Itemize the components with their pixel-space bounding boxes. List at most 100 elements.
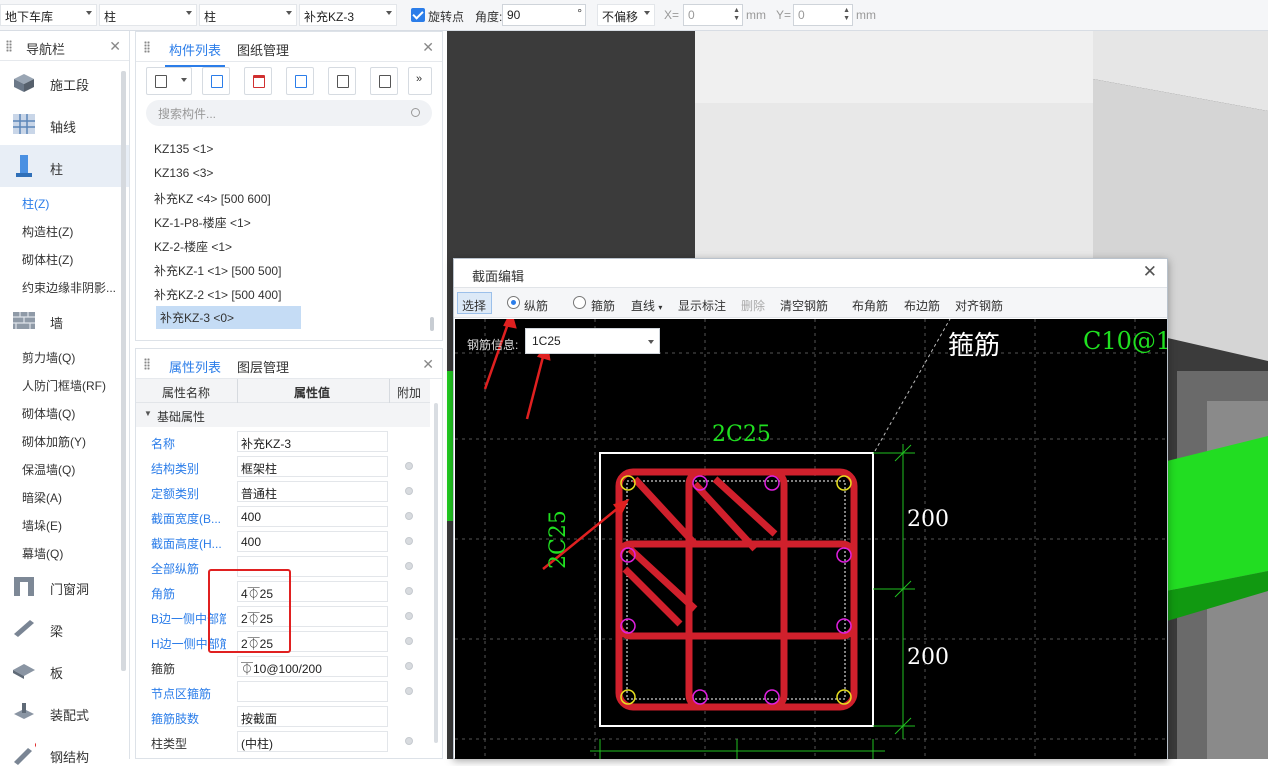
nav-sub-shear-wall[interactable]: 剪力墙(Q) [0, 341, 129, 369]
longitudinal-radio[interactable] [507, 296, 520, 309]
steel-structure-icon [14, 742, 36, 765]
x-input[interactable]: 0 ▲ ▼ [683, 4, 743, 26]
floor-select[interactable]: 地下车库 [0, 4, 97, 26]
attach-checkbox[interactable] [405, 562, 413, 570]
nav-sub-edge-member[interactable]: 约束边缘非阴影... [0, 271, 129, 299]
drag-grip-icon[interactable] [6, 40, 12, 52]
delete-button[interactable]: 删除 [741, 297, 765, 314]
category-select-value: 柱 [104, 10, 117, 24]
nav-sub-masonry-wall[interactable]: 砌体墙(Q) [0, 397, 129, 425]
nav-group-wall[interactable]: 墙 [0, 299, 129, 341]
nav-scrollbar[interactable] [121, 71, 126, 671]
prop-value-joint-stirrup[interactable] [237, 681, 388, 702]
more-button[interactable]: » [408, 67, 432, 95]
place-edge-rebar-button[interactable]: 布边筋 [904, 297, 940, 314]
list-item-selected[interactable]: 补充KZ-3 <0> [156, 306, 301, 329]
nav-sub-civil-defense-wall[interactable]: 人防门框墙(RF) [0, 369, 129, 397]
offset-select-value: 不偏移 [602, 10, 639, 24]
type-select[interactable]: 柱 [199, 4, 297, 26]
close-icon[interactable]: ✕ [422, 356, 434, 373]
nav-group-beam[interactable]: 梁 [0, 607, 129, 649]
nav-header: 导航栏 ✕ [0, 31, 129, 61]
close-icon[interactable]: ✕ [109, 38, 121, 55]
list-item[interactable]: KZ135 <1> [154, 142, 213, 156]
list-item[interactable]: KZ-2-楼座 <1> [154, 238, 232, 255]
show-annotation-button[interactable]: 显示标注 [678, 297, 726, 314]
new-component-button[interactable] [146, 67, 192, 95]
prop-value-structure-type[interactable]: 框架柱 [237, 456, 388, 477]
nav-group-column[interactable]: 柱 [0, 145, 129, 187]
attach-checkbox[interactable] [405, 512, 413, 520]
attach-checkbox[interactable] [405, 662, 413, 670]
attach-checkbox[interactable] [405, 637, 413, 645]
tab-layer-management[interactable]: 图层管理 [237, 357, 289, 376]
middle-panels: 构件列表 图纸管理 ✕ » 搜索构件... KZ135 <1> KZ136 <3… [135, 31, 443, 759]
attach-checkbox[interactable] [405, 487, 413, 495]
delete-button[interactable] [244, 67, 272, 95]
tab-component-list[interactable]: 构件列表 [164, 40, 226, 67]
drag-grip-icon[interactable] [144, 41, 150, 53]
attach-checkbox[interactable] [405, 737, 413, 745]
nav-sub-insulation-wall[interactable]: 保温墙(Q) [0, 453, 129, 481]
list-item[interactable]: 补充KZ-1 <1> [500 500] [154, 262, 281, 279]
search-input[interactable]: 搜索构件... [146, 100, 432, 126]
nav-group-prefab[interactable]: 装配式 [0, 691, 129, 733]
copy-button[interactable] [202, 67, 230, 95]
section-drawing-canvas[interactable]: 钢筋信息: 1C25 2C25 2C25 箍筋 C10@10 200 200 [455, 319, 1167, 759]
place-corner-rebar-button[interactable]: 布角筋 [852, 297, 888, 314]
nav-group-axis[interactable]: 轴线 [0, 103, 129, 145]
list-scrollbar[interactable] [430, 317, 434, 331]
nav-sub-hidden-beam[interactable]: 暗梁(A) [0, 481, 129, 509]
prop-value-section-width[interactable]: 400 [237, 506, 388, 527]
property-group-basic[interactable]: ▼ 基础属性 [136, 403, 430, 427]
y-label: Y= [776, 8, 792, 22]
nav-group-slab[interactable]: 板 [0, 649, 129, 691]
align-rebar-button[interactable]: 对齐钢筋 [955, 297, 1003, 314]
rotate-point-checkbox[interactable] [411, 8, 425, 22]
prop-value-section-height[interactable]: 400 [237, 531, 388, 552]
attach-checkbox[interactable] [405, 612, 413, 620]
drag-grip-icon[interactable] [144, 358, 150, 370]
import-button[interactable] [328, 67, 356, 95]
nav-sub-masonry-rebar[interactable]: 砌体加筋(Y) [0, 425, 129, 453]
nav-sub-wall-pier[interactable]: 墙垛(E) [0, 509, 129, 537]
nav-sub-curtain-wall[interactable]: 幕墙(Q) [0, 537, 129, 565]
attach-checkbox[interactable] [405, 462, 413, 470]
component-tabs: 构件列表 图纸管理 ✕ [136, 32, 442, 67]
attach-checkbox[interactable] [405, 537, 413, 545]
list-item[interactable]: KZ136 <3> [154, 166, 213, 180]
list-item[interactable]: KZ-1-P8-楼座 <1> [154, 214, 251, 231]
list-item[interactable]: 补充KZ-2 <1> [500 400] [154, 286, 281, 303]
line-mode-dropdown[interactable]: 直线 ▾ [631, 297, 662, 314]
nav-sub-masonry-column[interactable]: 砌体柱(Z) [0, 243, 129, 271]
offset-select[interactable]: 不偏移 [597, 4, 655, 26]
list-item[interactable]: 补充KZ <4> [500 600] [154, 190, 271, 207]
prop-value-stirrup[interactable]: ⏁10@100/200 [237, 656, 388, 677]
select-button[interactable]: 选择 [457, 292, 492, 314]
nav-group-opening[interactable]: 门窗洞 [0, 565, 129, 607]
rebar-info-select[interactable]: 1C25 [525, 328, 660, 354]
attach-checkbox[interactable] [405, 587, 413, 595]
attach-checkbox[interactable] [405, 687, 413, 695]
angle-input[interactable]: 90 ° [502, 4, 586, 26]
y-input[interactable]: 0 ▲ ▼ [793, 4, 853, 26]
x-value: 0 [688, 8, 695, 22]
tab-property-list[interactable]: 属性列表 [164, 357, 226, 384]
nav-sub-construction-column[interactable]: 构造柱(Z) [0, 215, 129, 243]
property-scrollbar[interactable] [434, 403, 438, 743]
close-icon[interactable]: ✕ [422, 39, 434, 56]
prop-value-column-type[interactable]: (中柱) [237, 731, 388, 752]
tab-drawing-management[interactable]: 图纸管理 [237, 40, 289, 59]
close-icon[interactable]: ✕ [1143, 262, 1157, 282]
prop-value-quota-type[interactable]: 普通柱 [237, 481, 388, 502]
prop-value-stirrup-legs[interactable]: 按截面 [237, 706, 388, 727]
clear-rebar-button[interactable]: 清空钢筋 [780, 297, 828, 314]
category-select[interactable]: 柱 [99, 4, 197, 26]
duplicate-button[interactable] [286, 67, 314, 95]
stirrup-radio[interactable] [573, 296, 586, 309]
prop-value-name[interactable]: 补充KZ-3 [237, 431, 388, 452]
nav-group-segment[interactable]: 施工段 [0, 61, 129, 103]
export-button[interactable] [370, 67, 398, 95]
nav-sub-column[interactable]: 柱(Z) [0, 187, 129, 215]
component-select[interactable]: 补充KZ-3 [299, 4, 397, 26]
